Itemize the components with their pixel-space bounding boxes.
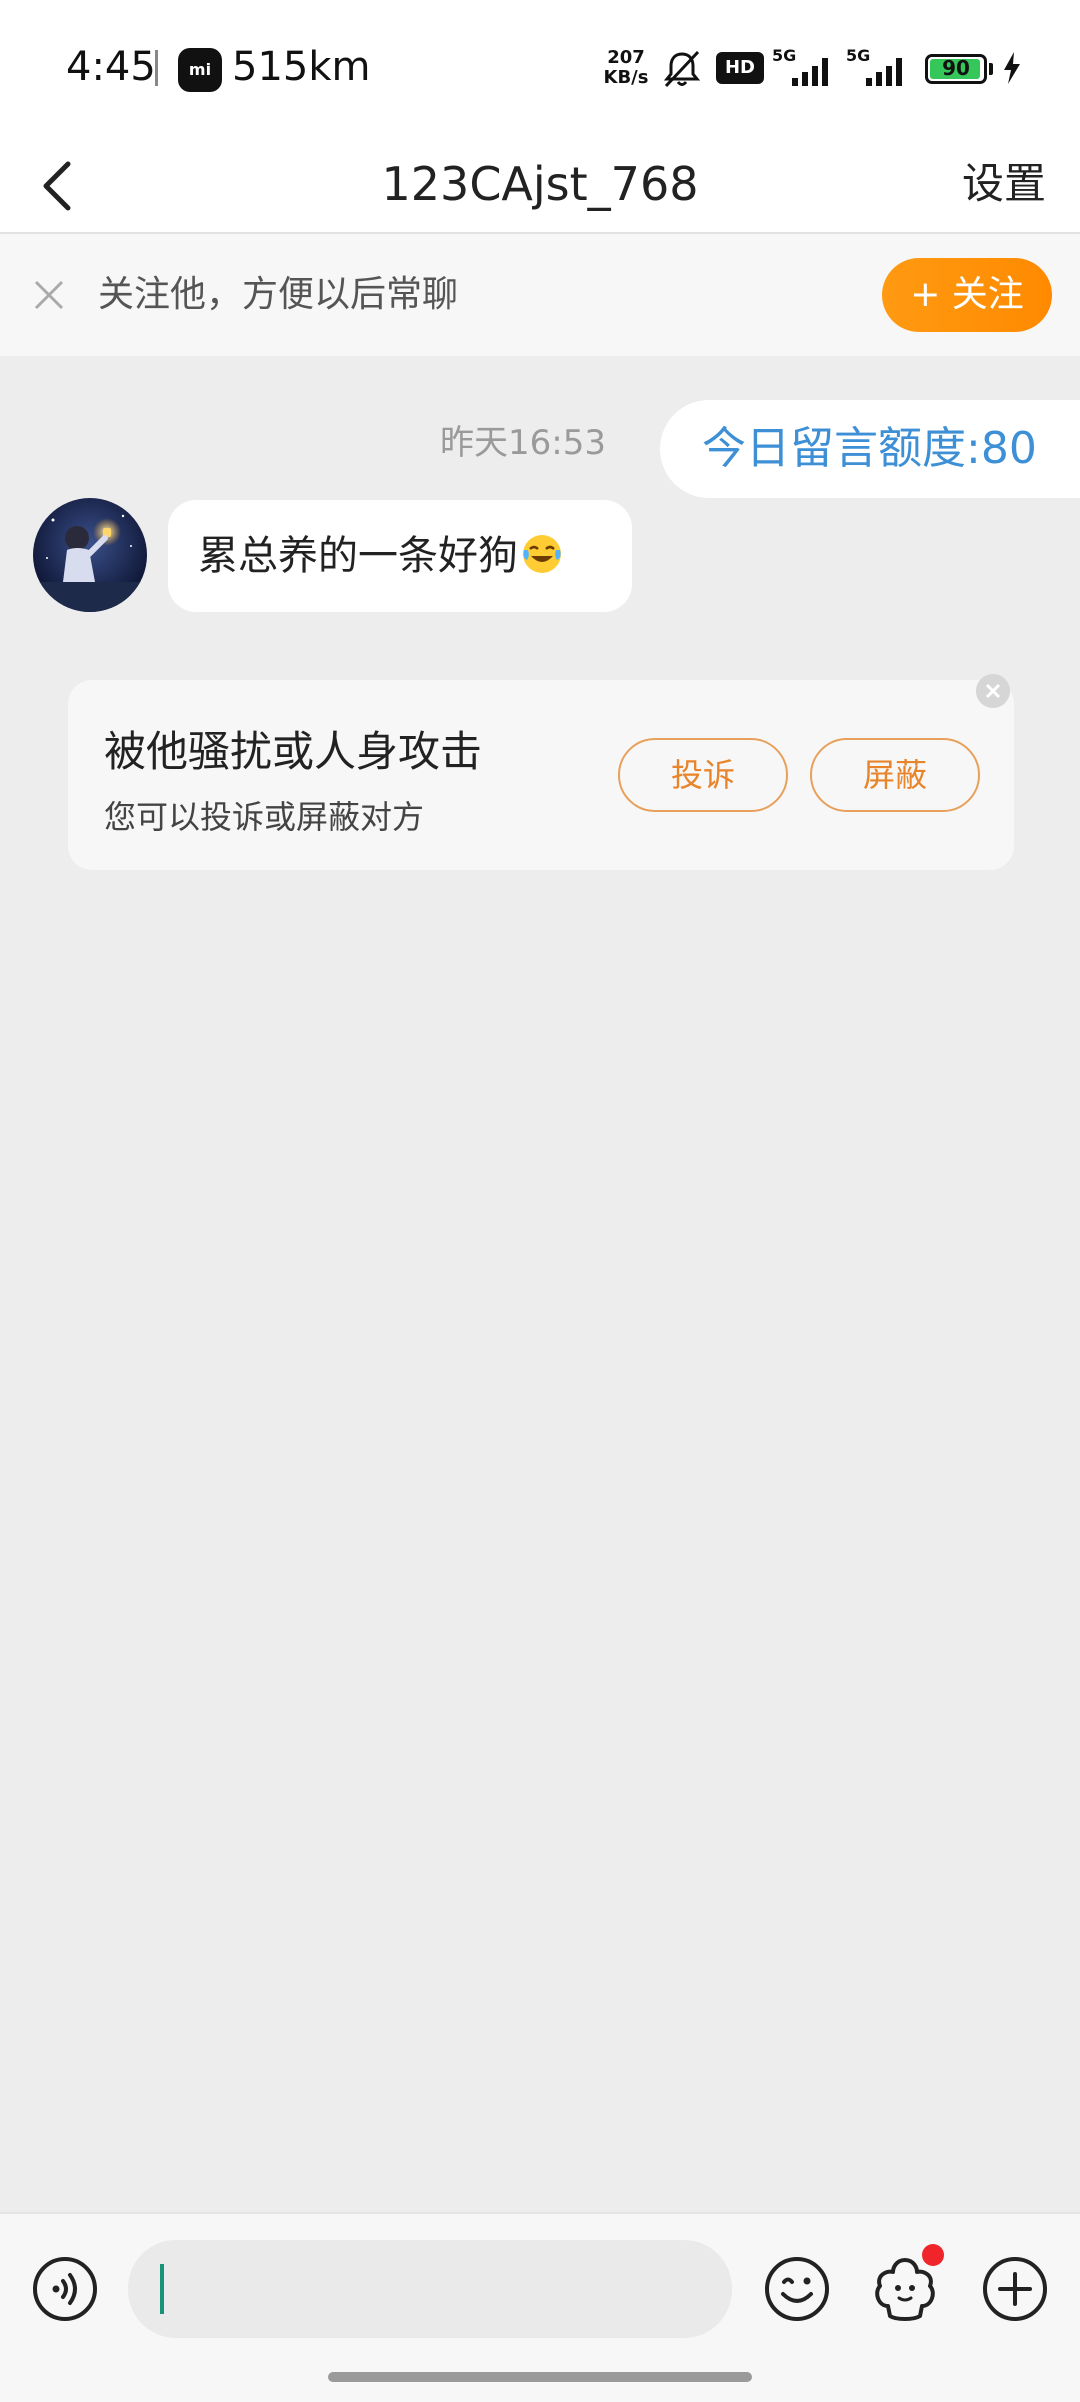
back-arrow-icon[interactable] — [28, 142, 108, 230]
voice-input-icon[interactable] — [30, 2254, 100, 2324]
status-separator — [155, 50, 158, 86]
tears-of-joy-emoji-icon — [523, 535, 561, 573]
add-more-icon[interactable] — [980, 2254, 1050, 2324]
signal-5g-icon-1: 5G — [772, 46, 840, 90]
harassment-card-title: 被他骚扰或人身攻击 — [104, 727, 483, 776]
battery-icon: 90 — [925, 54, 987, 84]
settings-button[interactable]: 设置 — [962, 140, 1046, 228]
follow-banner: 关注他，方便以后常聊 + 关注 — [0, 234, 1080, 356]
quota-message-bubble: 今日留言额度:80 — [660, 400, 1080, 498]
status-distance: 515km — [232, 44, 371, 90]
sticker-notification-dot — [922, 2244, 944, 2266]
close-icon[interactable] — [28, 274, 70, 316]
mi-app-icon: mi — [178, 48, 222, 92]
emoji-icon[interactable] — [762, 2254, 832, 2324]
home-indicator[interactable] — [328, 2372, 752, 2382]
follow-prompt-text: 关注他，方便以后常聊 — [98, 274, 459, 315]
complain-button[interactable]: 投诉 — [618, 738, 788, 812]
nav-bar: 123CAjst_768 设置 — [0, 140, 1080, 234]
chat-title: 123CAjst_768 — [381, 157, 699, 211]
harassment-report-card: 被他骚扰或人身攻击 您可以投诉或屏蔽对方 投诉 屏蔽 — [68, 674, 1014, 870]
avatar[interactable] — [33, 498, 147, 612]
battery-level: 90 — [942, 56, 970, 80]
follow-button[interactable]: + 关注 — [882, 258, 1052, 332]
message-input[interactable] — [128, 2240, 732, 2338]
status-time: 4:45 — [66, 44, 156, 90]
block-button[interactable]: 屏蔽 — [810, 738, 980, 812]
hd-voice-icon: HD — [716, 52, 764, 84]
message-timestamp: 昨天16:53 — [440, 423, 606, 463]
charging-bolt-icon — [1004, 52, 1020, 84]
harassment-card-subtitle: 您可以投诉或屏蔽对方 — [104, 798, 425, 836]
card-close-icon[interactable] — [976, 674, 1010, 708]
incoming-message-text: 累总养的一条好狗 — [198, 533, 518, 579]
incoming-message-bubble: 累总养的一条好狗 — [168, 500, 632, 612]
network-speed: 207 KB/s — [600, 48, 652, 88]
text-cursor — [160, 2264, 164, 2314]
battery-tip — [989, 63, 993, 75]
signal-5g-icon-2: 5G — [846, 46, 914, 90]
network-speed-value: 207 — [607, 47, 645, 68]
mute-bell-icon — [663, 50, 701, 88]
network-speed-unit: KB/s — [603, 67, 649, 88]
status-bar: 4:45 mi 515km 207 KB/s HD 5G 5G 90 — [0, 0, 1080, 140]
